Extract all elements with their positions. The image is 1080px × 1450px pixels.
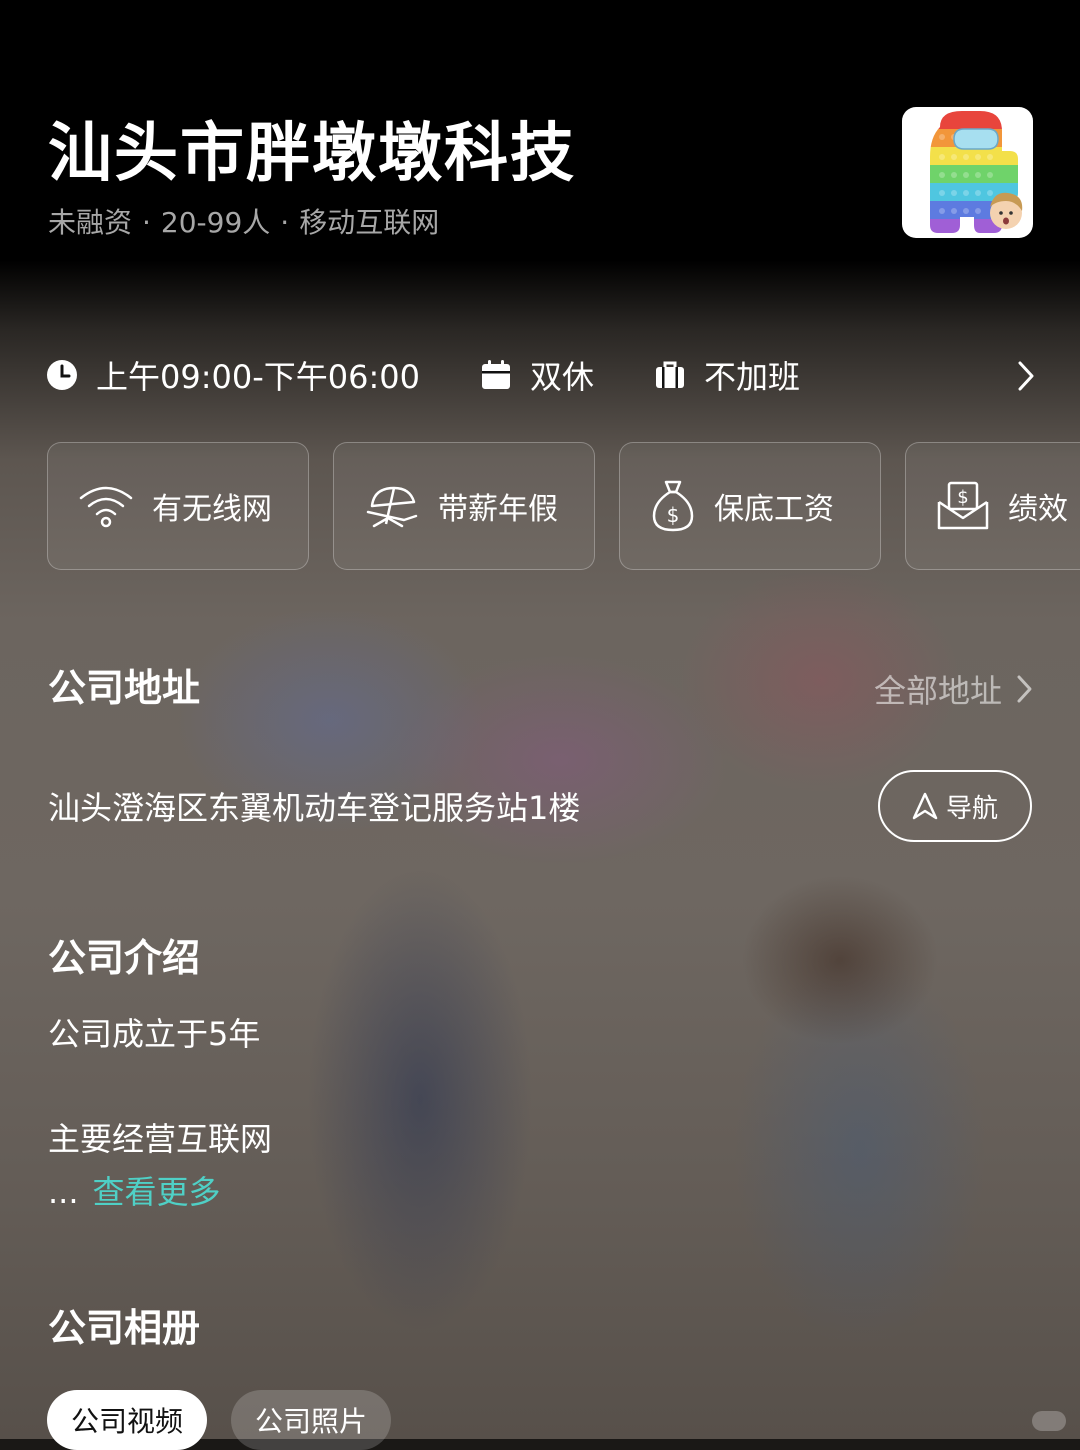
rest-days: 双休 [480, 352, 594, 398]
navigate-label: 导航 [945, 793, 998, 824]
intro-ellipsis: ... [48, 1173, 79, 1211]
benefit-label: 带薪年假 [438, 492, 558, 527]
company-name: 汕头市胖墩墩科技 [48, 117, 576, 191]
album-section-title: 公司相册 [48, 1306, 201, 1350]
watermark-badge [1032, 1411, 1066, 1431]
benefits-carousel[interactable]: 有无线网 带薪年假 $ 保底工资 $ 绩效 [47, 442, 1080, 574]
intro-more-row: ... 查看更多 [48, 1170, 221, 1214]
all-addresses-label: 全部地址 [873, 672, 1002, 710]
meta-separator: · [142, 206, 151, 239]
intro-line: 公司成立于5年 [48, 1015, 261, 1053]
money-bag-icon: $ [652, 480, 694, 532]
calendar-icon [482, 360, 510, 389]
briefcase-icon [656, 361, 685, 388]
intro-section-title: 公司介绍 [48, 936, 201, 980]
work-hours-text: 上午09:00-下午06:00 [96, 358, 420, 396]
clock-icon [47, 360, 77, 390]
money-envelope-icon: $ [937, 481, 989, 530]
chevron-right-icon [1017, 675, 1032, 703]
company-logo[interactable] [902, 107, 1033, 238]
overtime-policy: 不加班 [654, 352, 800, 398]
company-size: 20-99人 [160, 206, 271, 239]
company-address: 汕头澄海区东翼机动车登记服务站1楼 [48, 789, 581, 827]
overtime-policy-text: 不加班 [704, 358, 801, 396]
wifi-icon [79, 486, 133, 528]
rest-days-text: 双休 [530, 358, 595, 396]
address-section-title: 公司地址 [48, 666, 201, 710]
meta-separator: · [280, 206, 290, 239]
navigate-button[interactable]: 导航 [878, 770, 1032, 842]
funding-stage: 未融资 [48, 206, 133, 239]
work-info-row[interactable]: 上午09:00-下午06:00 双休 不加班 [46, 350, 1036, 400]
svg-text:$: $ [957, 487, 968, 508]
benefit-card[interactable]: 带薪年假 [333, 442, 595, 570]
svg-text:$: $ [667, 503, 680, 527]
all-addresses-link[interactable]: 全部地址 [874, 666, 1034, 712]
view-more-link[interactable]: 查看更多 [93, 1173, 221, 1211]
tab-company-photos[interactable]: 公司照片 [231, 1390, 392, 1450]
benefit-label: 有无线网 [152, 492, 272, 527]
benefit-card[interactable]: $ 保底工资 [619, 442, 881, 570]
chevron-right-icon[interactable] [1016, 360, 1036, 392]
company-meta: 未融资 · 20-99人 · 移动互联网 [48, 203, 439, 243]
intro-line: 主要经营互联网 [48, 1120, 273, 1158]
benefit-label: 绩效 [1008, 492, 1068, 527]
tab-company-video[interactable]: 公司视频 [47, 1390, 208, 1450]
work-hours: 上午09:00-下午06:00 [46, 352, 420, 398]
rainbow-popit-logo-icon [930, 111, 1023, 233]
benefit-card[interactable]: $ 绩效 [905, 442, 1080, 570]
album-tabs: 公司视频 公司照片 [47, 1390, 392, 1450]
benefit-card[interactable]: 有无线网 [47, 442, 309, 570]
navigation-arrow-icon [912, 792, 938, 820]
company-industry: 移动互联网 [299, 206, 440, 239]
beach-chair-icon [366, 486, 418, 528]
benefit-label: 保底工资 [714, 492, 834, 527]
